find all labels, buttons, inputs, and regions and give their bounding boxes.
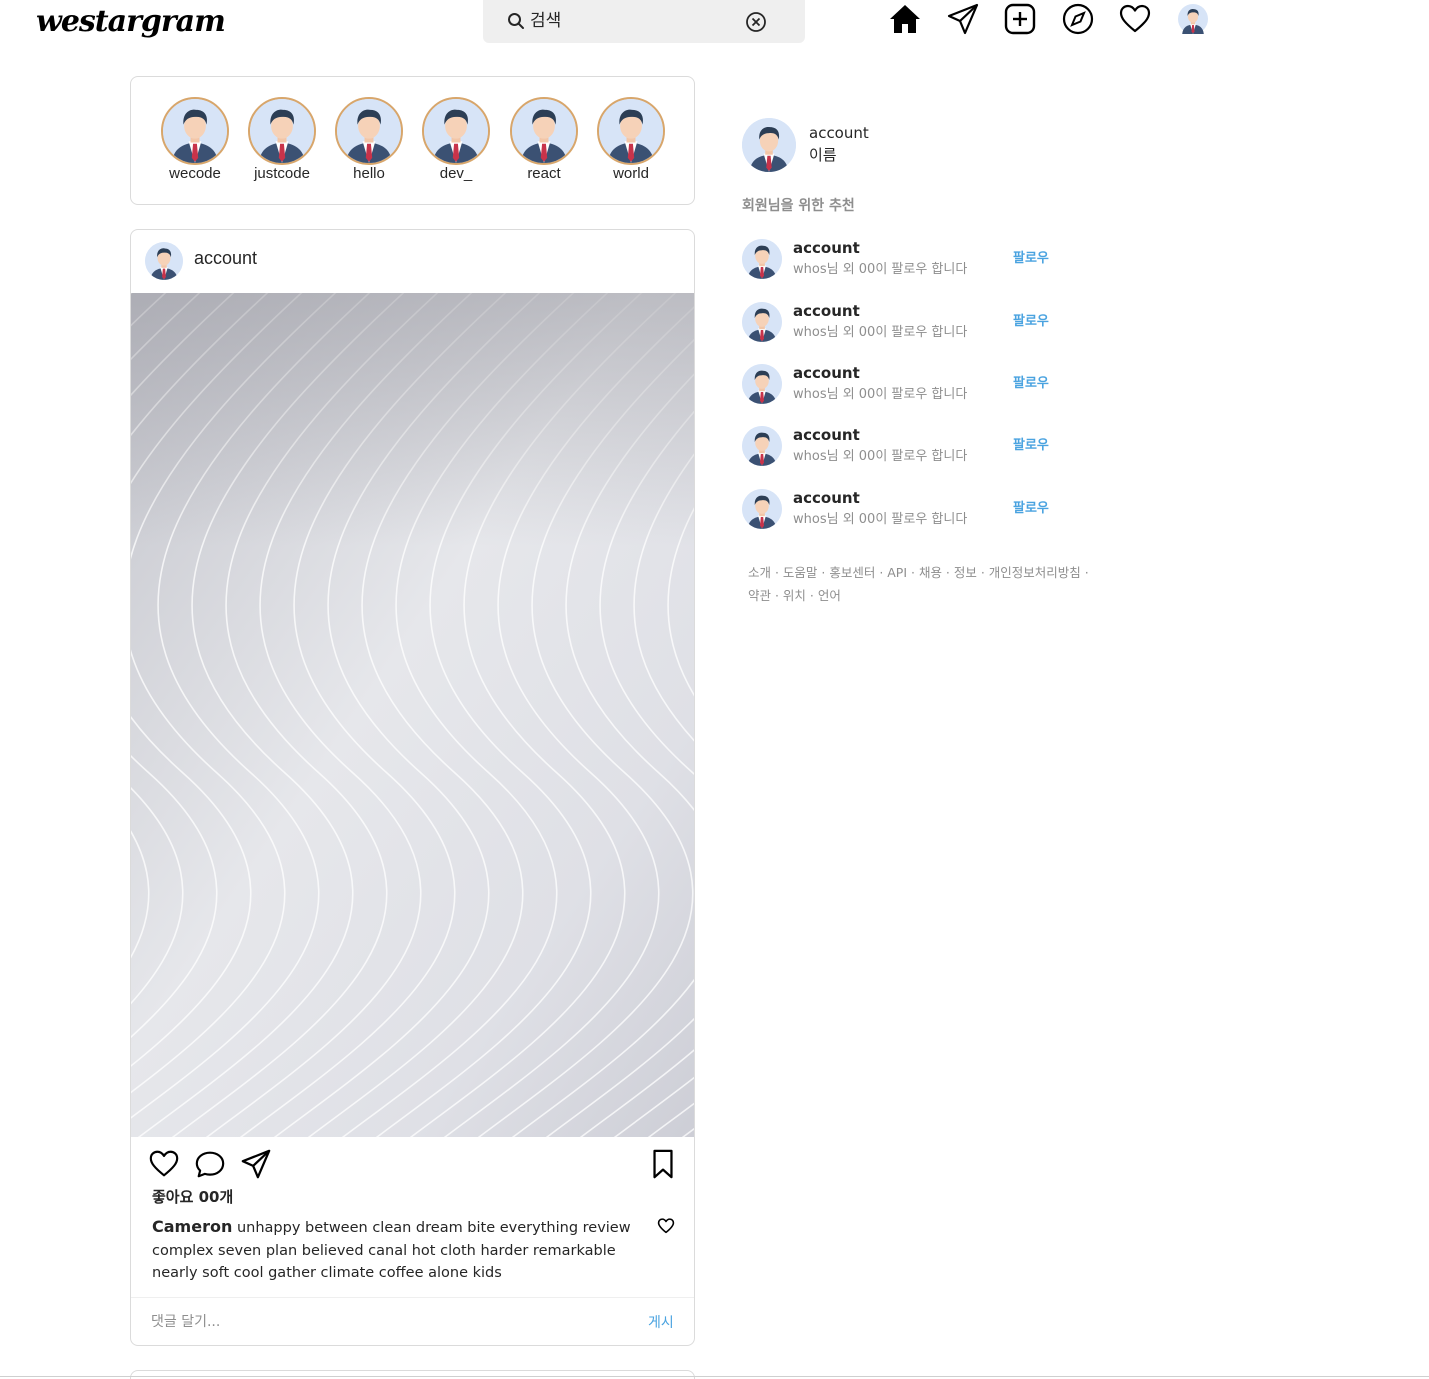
- profile-avatar[interactable]: [1176, 2, 1210, 36]
- post-caption: Cameron unhappy between clean dream bite…: [152, 1216, 652, 1285]
- recommendation-item: account whos님 외 00이 팔로우 합니다 팔로우: [742, 489, 1072, 531]
- story-avatar[interactable]: [422, 97, 490, 165]
- story-username: dev_: [439, 165, 473, 182]
- story-item[interactable]: react: [504, 97, 584, 182]
- new-post-icon[interactable]: [1003, 2, 1037, 36]
- story-username: react: [527, 165, 561, 182]
- comment-icon[interactable]: [194, 1148, 226, 1180]
- post-image[interactable]: [131, 293, 694, 1137]
- direct-message-icon[interactable]: [946, 2, 980, 36]
- post-author-avatar[interactable]: [145, 242, 183, 280]
- like-count: 좋아요 00개: [152, 1188, 234, 1206]
- story-item[interactable]: justcode: [242, 97, 322, 182]
- recommendation-subtext: whos님 외 00이 팔로우 합니다: [793, 449, 968, 464]
- my-username[interactable]: account: [809, 124, 869, 142]
- story-avatar[interactable]: [161, 97, 229, 165]
- recommendations-title: 회원님을 위한 추천: [742, 198, 855, 214]
- story-username: world: [613, 165, 649, 182]
- recommendation-avatar[interactable]: [742, 364, 782, 404]
- comment-input[interactable]: [151, 1310, 611, 1334]
- post-author-username[interactable]: account: [194, 248, 257, 269]
- story-username: wecode: [169, 165, 221, 182]
- story-avatar[interactable]: [335, 97, 403, 165]
- recommendation-avatar[interactable]: [742, 302, 782, 342]
- recommendation-item: account whos님 외 00이 팔로우 합니다 팔로우: [742, 239, 1072, 281]
- recommendation-avatar[interactable]: [742, 426, 782, 466]
- clear-search-icon[interactable]: [745, 11, 767, 33]
- footer-links-line-2[interactable]: 약관 · 위치 · 언어: [748, 584, 1108, 607]
- recommendation-item: account whos님 외 00이 팔로우 합니다 팔로우: [742, 364, 1072, 406]
- story-item[interactable]: world: [591, 97, 671, 182]
- story-item[interactable]: hello: [329, 97, 409, 182]
- recommendation-subtext: whos님 외 00이 팔로우 합니다: [793, 325, 968, 340]
- story-username: justcode: [254, 165, 310, 182]
- recommendation-username[interactable]: account: [793, 489, 860, 507]
- stories-panel: wecode justcode hello dev_ react world: [130, 76, 695, 205]
- explore-compass-icon[interactable]: [1061, 2, 1095, 36]
- search-input[interactable]: [530, 9, 760, 33]
- recommendation-avatar[interactable]: [742, 239, 782, 279]
- share-icon[interactable]: [240, 1148, 272, 1180]
- recommendation-username[interactable]: account: [793, 426, 860, 444]
- search-bar[interactable]: [483, 0, 805, 43]
- recommendation-subtext: whos님 외 00이 팔로우 합니다: [793, 512, 968, 527]
- follow-button[interactable]: 팔로우: [1013, 247, 1049, 266]
- story-avatar[interactable]: [248, 97, 316, 165]
- story-username: hello: [353, 165, 385, 182]
- follow-button[interactable]: 팔로우: [1013, 434, 1049, 453]
- like-heart-icon[interactable]: [148, 1148, 180, 1180]
- feed-post: account 좋아요 00개 Cameron unhappy between …: [130, 229, 695, 1346]
- recommendation-username[interactable]: account: [793, 364, 860, 382]
- recommendation-username[interactable]: account: [793, 239, 860, 257]
- post-comment-button[interactable]: 게시: [648, 1312, 674, 1332]
- comment-bar: 게시: [131, 1297, 694, 1345]
- sidebar-footer-links: 소개 · 도움말 · 홍보센터 · API · 채용 · 정보 · 개인정보처리…: [748, 561, 1108, 607]
- recommendation-item: account whos님 외 00이 팔로우 합니다 팔로우: [742, 302, 1072, 344]
- caption-like-icon[interactable]: [657, 1217, 675, 1235]
- recommendation-avatar[interactable]: [742, 489, 782, 529]
- app-logo[interactable]: westargram: [36, 4, 226, 39]
- heart-icon[interactable]: [1118, 2, 1152, 36]
- recommendation-subtext: whos님 외 00이 팔로우 합니다: [793, 262, 968, 277]
- recommendation-username[interactable]: account: [793, 302, 860, 320]
- follow-button[interactable]: 팔로우: [1013, 310, 1049, 329]
- bookmark-icon[interactable]: [647, 1148, 679, 1180]
- home-icon[interactable]: [888, 2, 922, 36]
- search-icon: [507, 12, 525, 30]
- footer-links-line-1[interactable]: 소개 · 도움말 · 홍보센터 · API · 채용 · 정보 · 개인정보처리…: [748, 561, 1108, 584]
- story-item[interactable]: dev_: [416, 97, 496, 182]
- story-item[interactable]: wecode: [155, 97, 235, 182]
- follow-button[interactable]: 팔로우: [1013, 497, 1049, 516]
- follow-button[interactable]: 팔로우: [1013, 372, 1049, 391]
- recommendation-subtext: whos님 외 00이 팔로우 합니다: [793, 387, 968, 402]
- recommendation-item: account whos님 외 00이 팔로우 합니다 팔로우: [742, 426, 1072, 468]
- my-profile-avatar[interactable]: [742, 118, 796, 172]
- my-display-name: 이름: [809, 146, 837, 164]
- caption-author[interactable]: Cameron: [152, 1217, 232, 1236]
- story-avatar[interactable]: [510, 97, 578, 165]
- story-avatar[interactable]: [597, 97, 665, 165]
